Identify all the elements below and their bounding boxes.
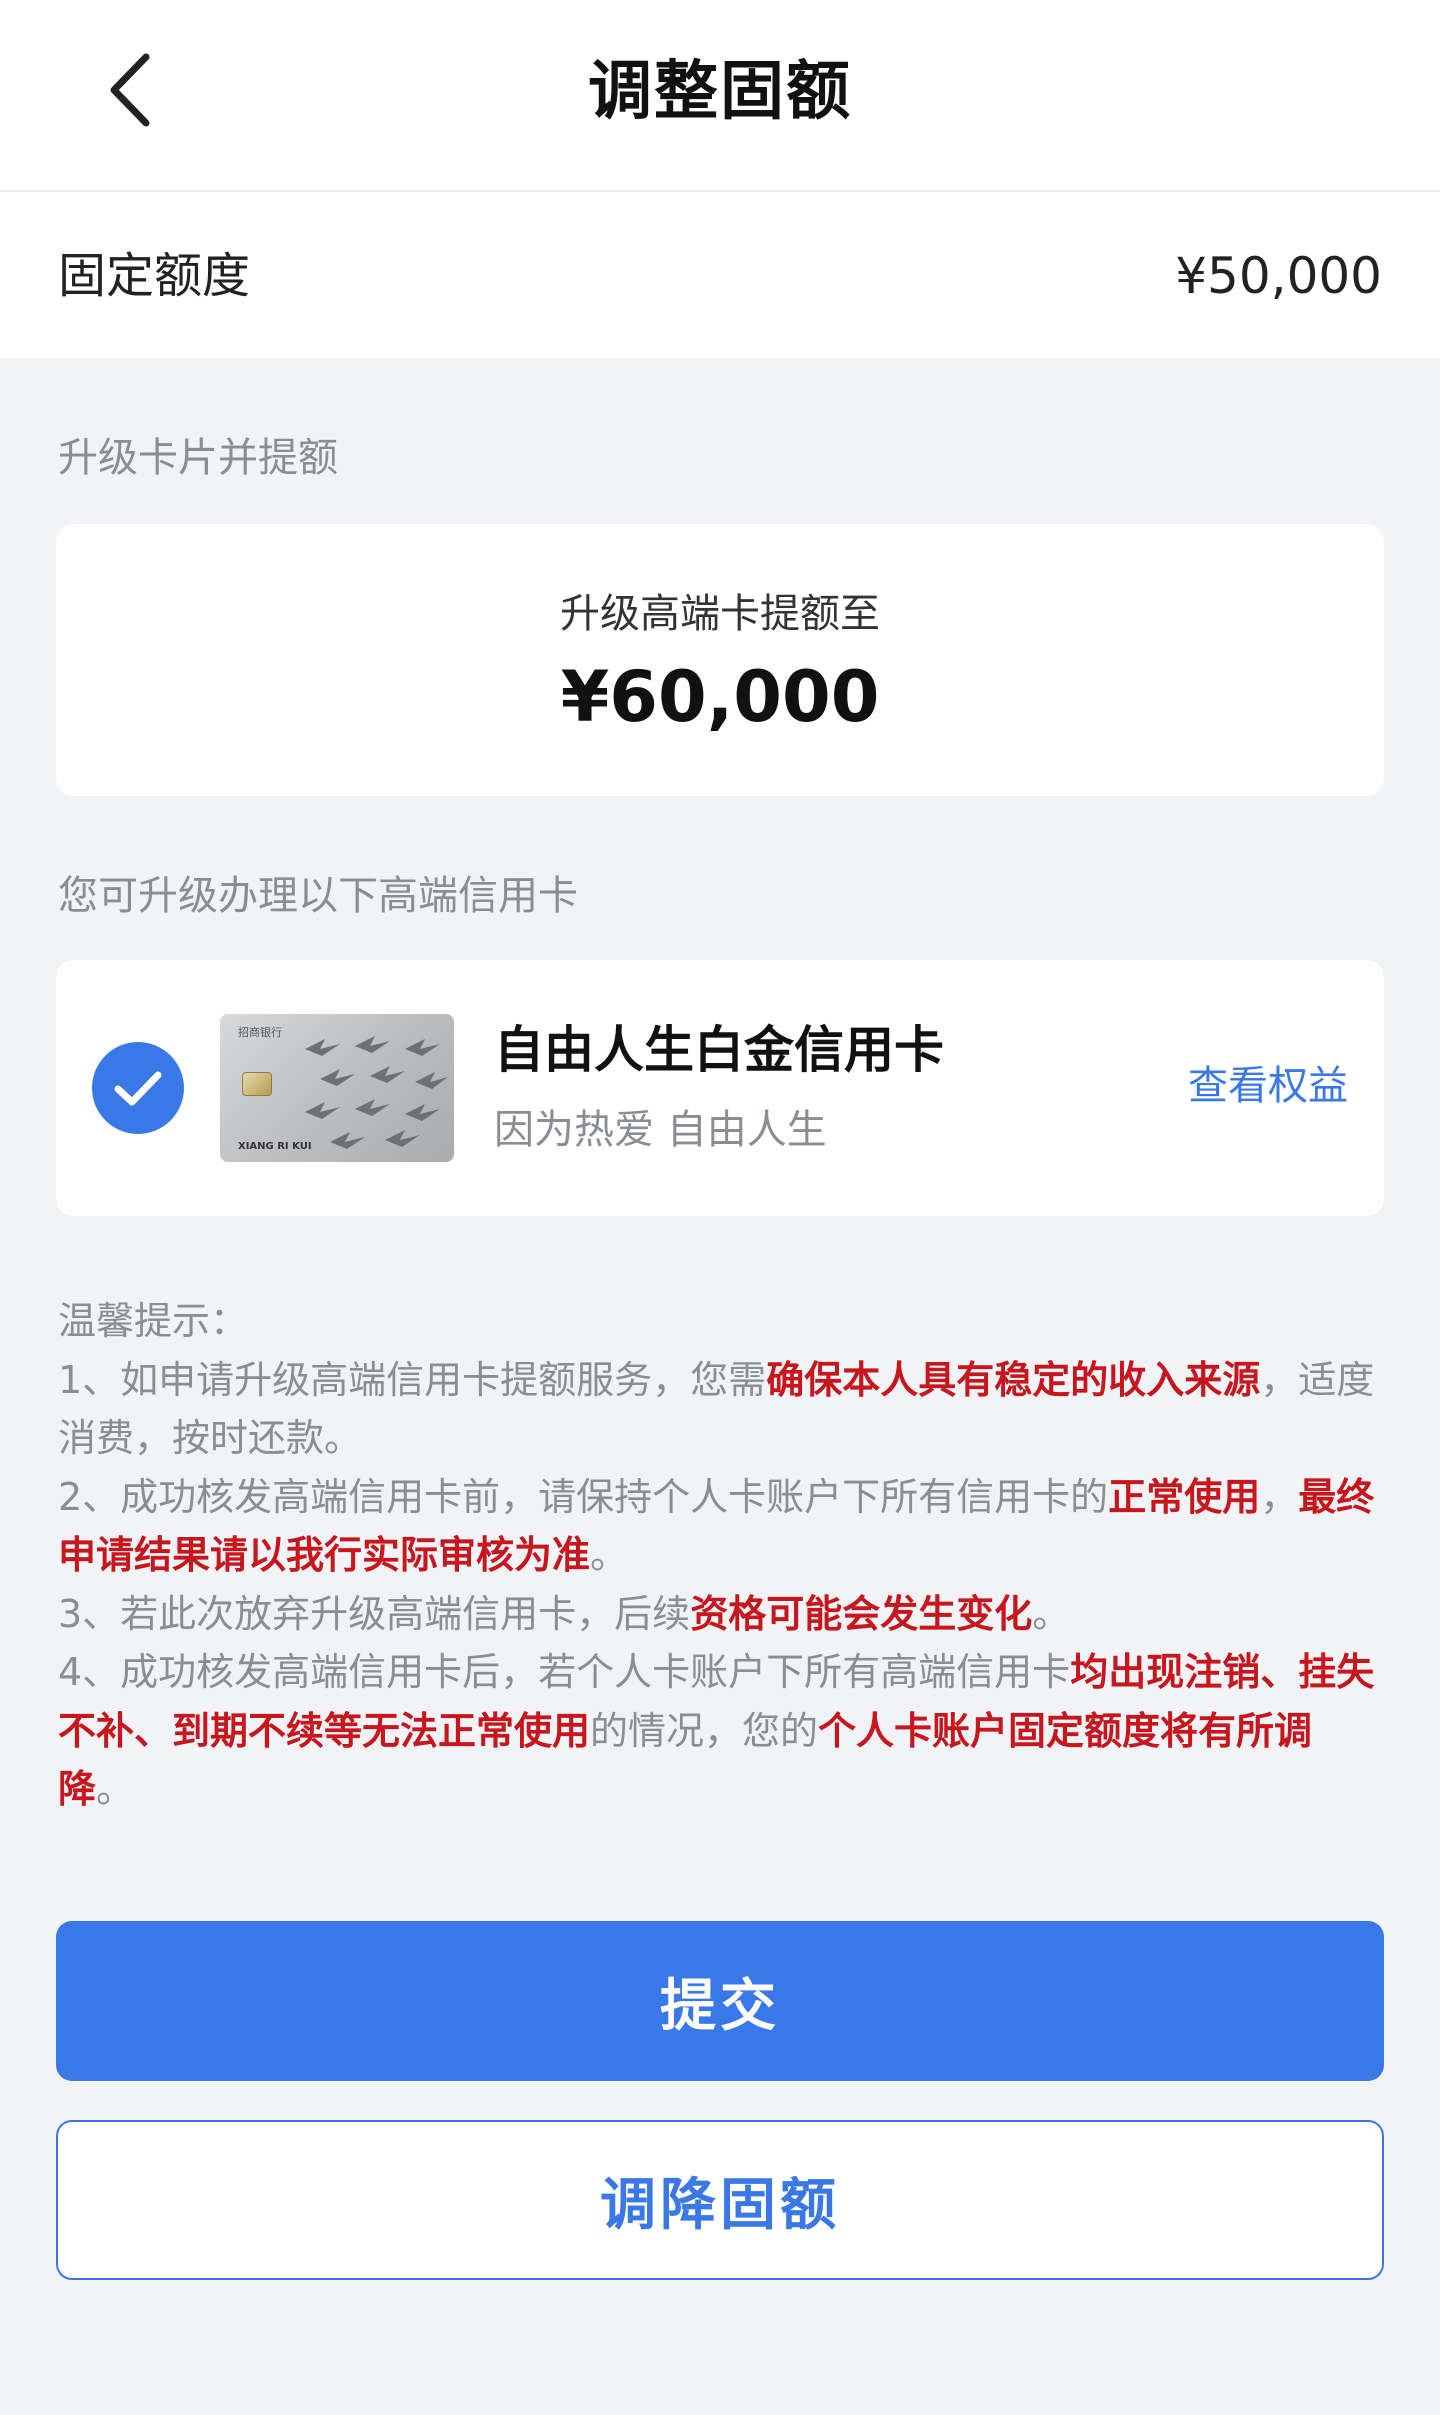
tips-block: 温馨提示： 1、如申请升级高端信用卡提额服务，您需确保本人具有稳定的收入来源，适… (58, 1292, 1388, 1819)
fixed-limit-label: 固定额度 (58, 248, 251, 304)
nav-bar: 调整固额 (0, 0, 1440, 192)
page-title: 调整固额 (588, 55, 852, 129)
check-circle-icon[interactable] (92, 1042, 184, 1134)
upgrade-limit-card: 升级高端卡提额至 ¥60,000 (56, 524, 1384, 796)
credit-card-image: 招商银行 XIANG RI KUI (220, 1014, 454, 1162)
card-chip (242, 1072, 272, 1096)
card-holder-text: XIANG RI KUI (238, 1141, 312, 1152)
fixed-limit-value: ¥50,000 (1175, 247, 1382, 305)
tips-title: 温馨提示： (58, 1299, 249, 1343)
tip-text: 。 (96, 1767, 135, 1811)
cards-section-heading: 您可升级办理以下高端信用卡 (58, 873, 578, 919)
tip-text: 的情况，您的 (590, 1708, 819, 1753)
tip-text: 2、成功核发高端信用卡前，请保持个人卡账户下所有信用卡的 (58, 1474, 1109, 1519)
upgrade-section-heading: 升级卡片并提额 (58, 435, 338, 481)
card-name: 自由人生白金信用卡 (494, 1021, 944, 1079)
tip-text: 。 (1032, 1591, 1071, 1636)
tip-text: ， (1260, 1474, 1299, 1519)
submit-button[interactable]: 提交 (56, 1921, 1384, 2081)
decrease-limit-button[interactable]: 调降固额 (56, 2120, 1384, 2280)
tip-highlight: 正常使用 (1108, 1474, 1261, 1519)
tip-4: 4、成功核发高端信用卡后，若个人卡账户下所有高端信用卡均出现注销、挂失不补、到期… (58, 1643, 1388, 1819)
tip-text: 。 (590, 1533, 629, 1577)
tip-highlight: 资格可能会发生变化 (690, 1591, 1033, 1636)
fixed-limit-row: 固定额度 ¥50,000 (0, 192, 1440, 358)
view-benefits-link[interactable]: 查看权益 (1188, 1058, 1348, 1114)
tip-text: 4、成功核发高端信用卡后，若个人卡账户下所有高端信用卡 (58, 1650, 1071, 1694)
tip-1: 1、如申请升级高端信用卡提额服务，您需确保本人具有稳定的收入来源，适度消费，按时… (58, 1351, 1388, 1468)
card-bank-text: 招商银行 (238, 1026, 282, 1039)
tip-3: 3、若此次放弃升级高端信用卡，后续资格可能会发生变化。 (58, 1585, 1388, 1644)
tip-text: 1、如申请升级高端信用卡提额服务，您需 (58, 1357, 767, 1402)
bird-pattern-icon (305, 1036, 448, 1149)
tip-highlight: 确保本人具有稳定的收入来源 (766, 1357, 1261, 1402)
upgrade-limit-caption: 升级高端卡提额至 (560, 591, 880, 637)
tip-2: 2、成功核发高端信用卡前，请保持个人卡账户下所有信用卡的正常使用，最终申请结果请… (58, 1468, 1388, 1585)
upgrade-limit-amount: ¥60,000 (560, 656, 880, 738)
checkmark-icon (114, 1071, 162, 1106)
tip-text: 3、若此次放弃升级高端信用卡，后续 (58, 1591, 691, 1636)
card-slogan: 因为热爱 自由人生 (494, 1107, 827, 1153)
credit-card-option[interactable]: 招商银行 XIANG RI KUI 自由人生白金信用卡 因为热爱 自由人生 查看… (56, 960, 1384, 1216)
